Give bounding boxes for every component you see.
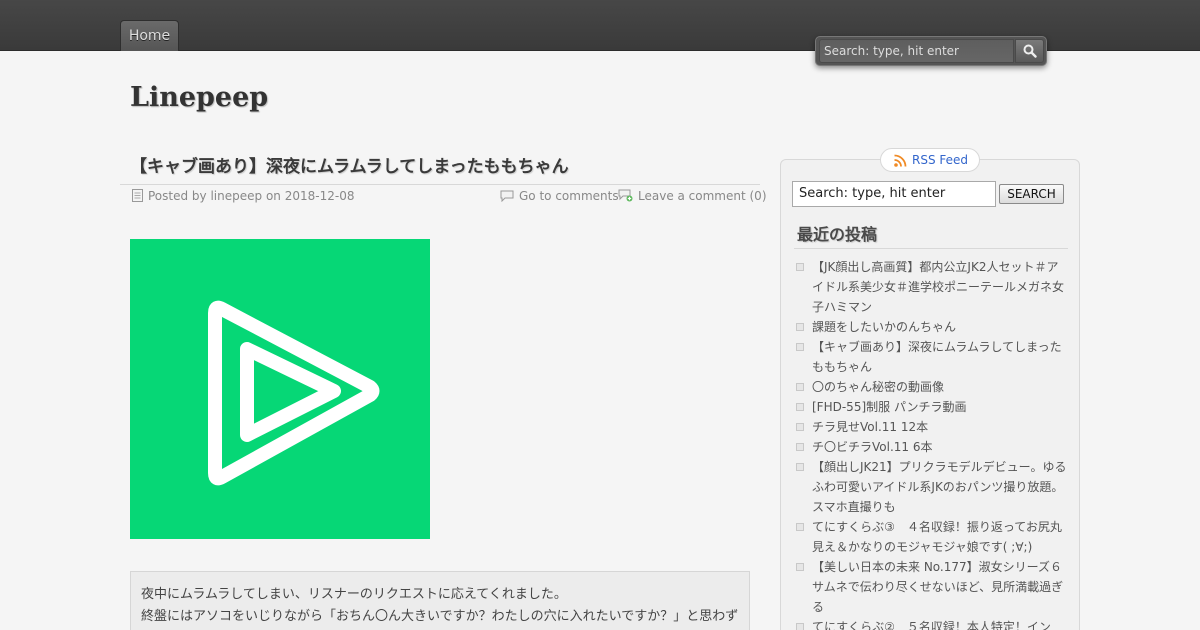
recent-post-link[interactable]: 【JK顔出し高画質】都内公立JK2人セット＃アイドル系美少女＃進学校ポニーテール…: [812, 260, 1064, 314]
post-thumbnail[interactable]: [130, 239, 430, 539]
excerpt-line: 終盤にはアソコをいじりながら「おちん〇ん大きいですか？わたしの穴に入れたいですか…: [141, 609, 739, 624]
bullet-icon: [796, 343, 804, 351]
sidebar-search-input[interactable]: Search: type, hit enter: [792, 181, 996, 207]
nav-home-tab[interactable]: Home: [120, 20, 179, 51]
bullet-icon: [796, 563, 804, 571]
recent-post-link[interactable]: [FHD-55]制服 パンチラ動画: [812, 400, 967, 414]
list-item[interactable]: てにすくらぶ③ ４名収録！振り返ってお尻丸見え＆かなりのモジャモジャ娘です( ;…: [796, 517, 1068, 557]
rss-feed-label: RSS Feed: [912, 153, 969, 167]
site-title[interactable]: Linepeep: [130, 82, 268, 113]
posted-by-text: Posted by: [148, 189, 207, 203]
leave-comment-link[interactable]: Leave a comment (0): [618, 188, 767, 206]
list-item[interactable]: 〇のちゃん秘密の動画像: [796, 377, 1068, 397]
search-icon: [1023, 44, 1037, 58]
recent-posts-list: 【JK顔出し高画質】都内公立JK2人セット＃アイドル系美少女＃進学校ポニーテール…: [796, 257, 1074, 630]
rss-feed-link[interactable]: RSS Feed: [880, 148, 980, 172]
post-title[interactable]: 【キャブ画あり】深夜にムラムラしてしまったももちゃん: [130, 152, 569, 177]
on-text: on: [265, 189, 281, 203]
recent-post-link[interactable]: 【キャブ画あり】深夜にムラムラしてしまったももちゃん: [812, 340, 1062, 374]
top-search-button[interactable]: [1015, 39, 1044, 63]
sidebar-search-button[interactable]: SEARCH: [999, 184, 1064, 204]
recent-post-link[interactable]: 〇のちゃん秘密の動画像: [812, 380, 944, 394]
post-meta-posted: Posted by linepeep on 2018-12-08: [132, 188, 354, 206]
bullet-icon: [796, 323, 804, 331]
list-item[interactable]: チ〇ビチラVol.11 6本: [796, 437, 1068, 457]
list-item[interactable]: 【キャブ画あり】深夜にムラムラしてしまったももちゃん: [796, 337, 1068, 377]
list-item[interactable]: 【顔出しJK21】プリクラモデルデビュー。ゆるふわ可愛いアイドル系JKのおパンツ…: [796, 457, 1068, 517]
bullet-icon: [796, 423, 804, 431]
post-title-divider: [120, 184, 760, 185]
widget-divider: [794, 248, 1068, 249]
recent-post-link[interactable]: 課題をしたいかのんちゃん: [812, 320, 956, 334]
bullet-icon: [796, 383, 804, 391]
list-item[interactable]: チラ見せVol.11 12本: [796, 417, 1068, 437]
rss-icon: [894, 154, 907, 167]
post-date: 2018-12-08: [284, 189, 355, 203]
recent-post-link[interactable]: チラ見せVol.11 12本: [812, 420, 928, 434]
bullet-icon: [796, 523, 804, 531]
go-to-comments-link[interactable]: Go to comments: [500, 188, 619, 206]
speech-bubble-icon: [500, 190, 514, 206]
bullet-icon: [796, 443, 804, 451]
top-search-box: Search: type, hit enter: [815, 36, 1047, 66]
recent-posts-title: 最近の投稿: [797, 225, 878, 244]
list-item[interactable]: 【JK顔出し高画質】都内公立JK2人セット＃アイドル系美少女＃進学校ポニーテール…: [796, 257, 1068, 317]
post-excerpt: 夜中にムラムラしてしまい、リスナーのリクエストに応えてくれました。 終盤にはアソ…: [130, 571, 750, 630]
recent-post-link[interactable]: 【美しい日本の未来 No.177】淑女シリーズ６ サムネで伝わり尽くせないほど、…: [812, 560, 1074, 614]
excerpt-line: 夜中にムラムラしてしまい、リスナーのリクエストに応えてくれました。: [141, 587, 567, 602]
document-icon: [132, 189, 143, 206]
list-item[interactable]: 【美しい日本の未来 No.177】淑女シリーズ６ サムネで伝わり尽くせないほど、…: [796, 557, 1074, 617]
top-search-input[interactable]: Search: type, hit enter: [819, 39, 1014, 63]
bullet-icon: [796, 403, 804, 411]
list-item[interactable]: てにすくらぶ② ５名収録！本人特定！イン: [796, 617, 1068, 630]
go-to-comments-label: Go to comments: [519, 189, 619, 203]
recent-post-link[interactable]: てにすくらぶ③ ４名収録！振り返ってお尻丸見え＆かなりのモジャモジャ娘です( ;…: [812, 520, 1062, 554]
list-item[interactable]: 課題をしたいかのんちゃん: [796, 317, 1068, 337]
list-item[interactable]: [FHD-55]制服 パンチラ動画: [796, 397, 1068, 417]
recent-post-link[interactable]: チ〇ビチラVol.11 6本: [812, 440, 933, 454]
bullet-icon: [796, 263, 804, 271]
recent-post-link[interactable]: てにすくらぶ② ５名収録！本人特定！イン: [812, 620, 1051, 630]
play-logo-icon: [208, 300, 380, 486]
leave-comment-label: Leave a comment (0): [638, 189, 767, 203]
recent-post-link[interactable]: 【顔出しJK21】プリクラモデルデビュー。ゆるふわ可愛いアイドル系JKのおパンツ…: [812, 460, 1067, 514]
post-author-link[interactable]: linepeep: [210, 189, 262, 203]
bullet-icon: [796, 463, 804, 471]
bullet-icon: [796, 623, 804, 630]
add-comment-icon: [618, 189, 633, 206]
